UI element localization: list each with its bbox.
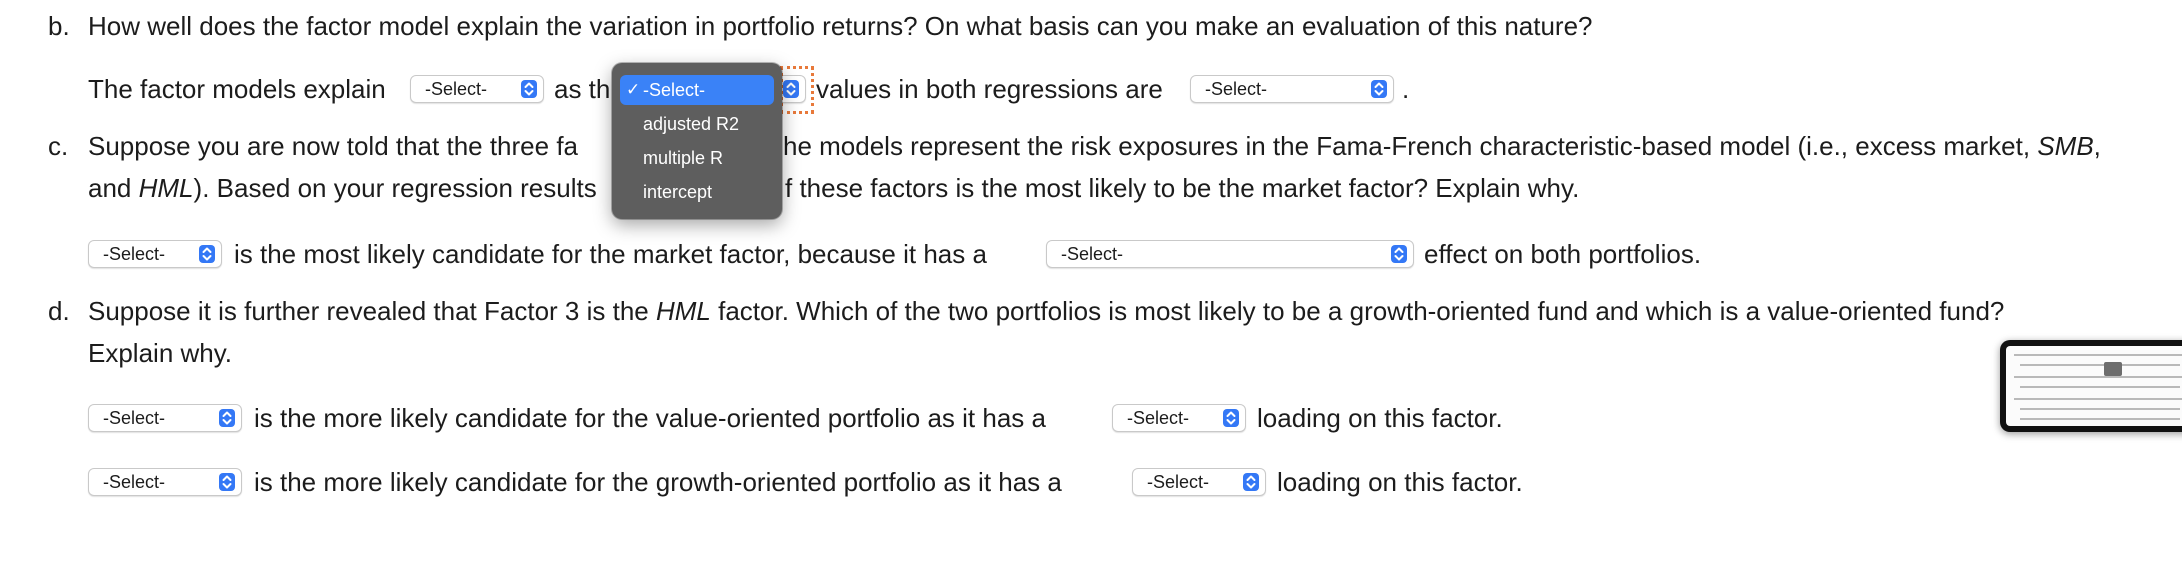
- select-b-1[interactable]: -Select-: [410, 75, 544, 103]
- select-value: -Select-: [103, 471, 166, 492]
- thumbnail-line: [2020, 386, 2180, 388]
- thumbnail-line: [2020, 364, 2180, 366]
- select-value: -Select-: [425, 78, 488, 99]
- menu-item-label: multiple R: [643, 148, 724, 168]
- select-value: -Select-: [103, 407, 166, 428]
- focus-ring: [780, 66, 814, 114]
- question-d-line1: Suppose it is further revealed that Fact…: [88, 295, 2004, 327]
- select-arrows-icon: [199, 245, 215, 263]
- select-arrows-icon: [1391, 245, 1407, 263]
- answer-b-text-3: values in both regressions are: [816, 74, 1163, 104]
- menu-item-select[interactable]: ✓ -Select-: [620, 75, 774, 105]
- select-d-4[interactable]: -Select-: [1132, 468, 1266, 496]
- question-b-text: How well does the factor model explain t…: [88, 11, 1593, 41]
- select-b-3[interactable]: -Select-: [1190, 75, 1394, 103]
- select-value: -Select-: [103, 243, 166, 264]
- menu-item-intercept[interactable]: intercept: [620, 177, 774, 207]
- checkmark-icon: ✓: [626, 80, 641, 99]
- question-c-line1-b: he models represent the risk exposures i…: [783, 130, 2101, 162]
- thumbnail-line: [2014, 354, 2182, 356]
- thumbnail-menu: [2104, 362, 2122, 376]
- screenshot-thumbnail[interactable]: [2000, 340, 2182, 432]
- question-d-text-a: Suppose it is further revealed that Fact…: [88, 296, 649, 326]
- select-arrows-icon: [1223, 409, 1239, 427]
- comma: ,: [2093, 131, 2101, 161]
- select-value: -Select-: [1061, 243, 1124, 264]
- answer-c-text-1: is the most likely candidate for the mar…: [234, 239, 987, 269]
- thumbnail-line: [2020, 418, 2180, 420]
- answer-d2-text-1: is the more likely candidate for the gro…: [254, 467, 1062, 497]
- menu-item-label: -Select-: [643, 80, 706, 100]
- thumbnail-line: [2014, 398, 2182, 400]
- thumbnail-line: [2020, 408, 2180, 410]
- question-c-text-b: he models represent the risk exposures i…: [783, 131, 2031, 161]
- answer-d1-text-2: loading on this factor.: [1257, 403, 1503, 433]
- thumbnail-line: [2014, 376, 2182, 378]
- answer-d1-text-1: is the more likely candidate for the val…: [254, 403, 1046, 433]
- question-d-text-c: factor. Which of the two portfolios is m…: [718, 296, 2005, 326]
- menu-item-label: intercept: [643, 182, 713, 202]
- question-d-line2: Explain why.: [88, 338, 233, 368]
- question-c-line1-a: Suppose you are now told that the three …: [88, 131, 579, 161]
- select-arrows-icon: [1371, 80, 1387, 98]
- select-d-2[interactable]: -Select-: [1112, 404, 1246, 432]
- select-c-2[interactable]: -Select-: [1046, 240, 1414, 268]
- answer-b-text-4: .: [1402, 74, 1410, 104]
- select-arrows-icon: [1243, 473, 1259, 491]
- question-c-line2-a: and HML). Based on your regression resul…: [88, 172, 597, 204]
- hml-term: HML: [655, 296, 711, 326]
- answer-b-text-2: as th: [554, 74, 611, 104]
- menu-item-label: adjusted R2: [643, 114, 740, 134]
- select-d-1[interactable]: -Select-: [88, 404, 242, 432]
- smb-term: SMB: [2037, 131, 2094, 161]
- select-c-1[interactable]: -Select-: [88, 240, 222, 268]
- select-value: -Select-: [1205, 78, 1268, 99]
- answer-c-text-2: effect on both portfolios.: [1424, 239, 1702, 269]
- question-d-marker: d.: [48, 296, 70, 326]
- and-text: and: [88, 173, 132, 203]
- select-arrows-icon: [219, 409, 235, 427]
- question-b-marker: b.: [48, 11, 70, 41]
- thumbnail-preview: [2006, 346, 2182, 426]
- select-arrows-icon: [219, 473, 235, 491]
- select-arrows-icon: [521, 80, 537, 98]
- hml-term: HML: [138, 173, 194, 203]
- question-c-line2-text: ). Based on your regression results: [193, 173, 597, 203]
- select-d-3[interactable]: -Select-: [88, 468, 242, 496]
- dropdown-menu: ✓ -Select- adjusted R2 multiple R interc…: [612, 63, 782, 219]
- answer-b-text-1: The factor models explain: [88, 74, 386, 104]
- select-value: -Select-: [1147, 471, 1210, 492]
- answer-d2-text-2: loading on this factor.: [1277, 467, 1523, 497]
- menu-item-adjusted-r2[interactable]: adjusted R2: [620, 109, 774, 139]
- question-c-marker: c.: [48, 131, 69, 161]
- select-value: -Select-: [1127, 407, 1190, 428]
- menu-item-multiple-r[interactable]: multiple R: [620, 143, 774, 173]
- question-c-line2-d: f these factors is the most likely to be…: [785, 173, 1580, 203]
